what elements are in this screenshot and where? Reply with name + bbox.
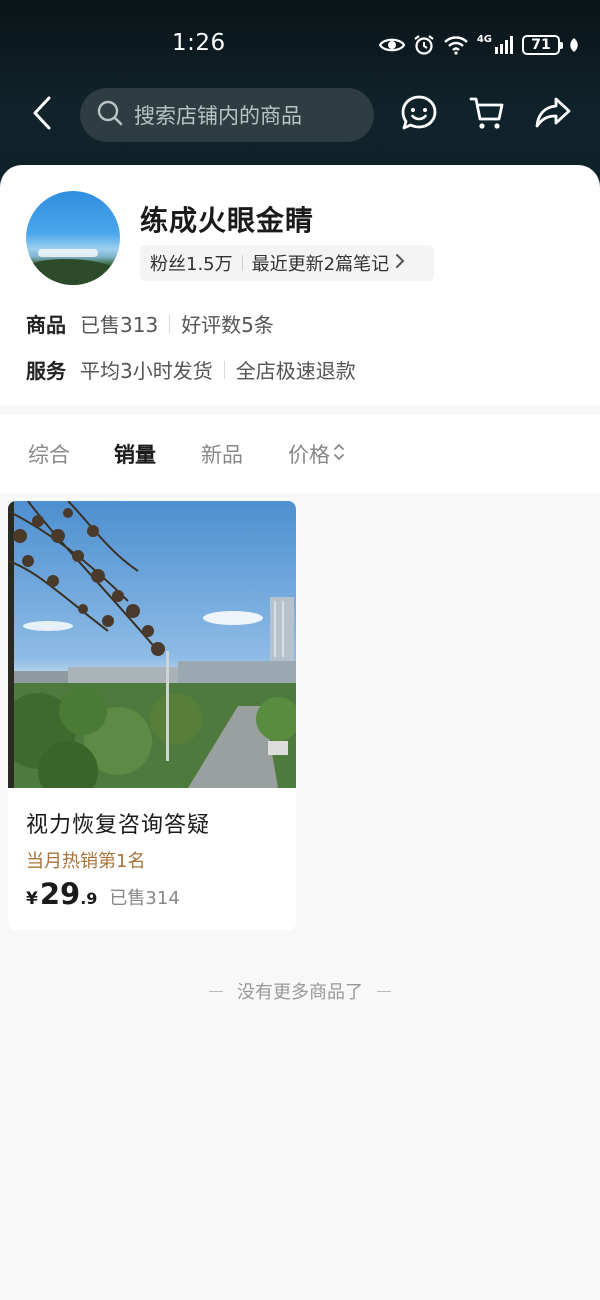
tab-label: 销量 (114, 443, 156, 467)
shipping-time: 平均3小时发货 (80, 359, 213, 383)
search-placeholder: 搜索店铺内的商品 (134, 104, 302, 128)
product-title: 视力恢复咨询答疑 (26, 813, 211, 838)
product-rank-badge: 当月热销第1名 (26, 851, 146, 872)
sort-updown-icon (333, 441, 345, 468)
review-count: 好评数5条 (181, 313, 274, 337)
price-row: ¥ 29 .9 已售314 (26, 877, 180, 911)
network-label: 4G (476, 33, 492, 45)
battery-indicator: 71 (522, 35, 563, 55)
search-input[interactable]: 搜索店铺内的商品 (80, 88, 374, 142)
price-currency: ¥ (26, 889, 38, 909)
refund-policy: 全店极速退款 (235, 359, 356, 383)
end-text: 没有更多商品了 (237, 982, 363, 1003)
shop-meta-link[interactable]: 粉丝1.5万 最近更新2篇笔记 (140, 245, 434, 281)
product-image (8, 501, 296, 788)
divider (241, 255, 243, 271)
divider (223, 360, 225, 379)
tab-price[interactable]: 价格 (288, 439, 345, 469)
status-time: 1:26 (172, 30, 226, 56)
back-button[interactable] (22, 94, 62, 136)
leaf-icon (568, 37, 580, 53)
message-icon (400, 94, 438, 136)
tab-new[interactable]: 新品 (201, 439, 243, 469)
notes-update: 最近更新2篇笔记 (251, 254, 390, 275)
signal-icon (494, 36, 514, 54)
fans-count: 粉丝1.5万 (150, 254, 233, 275)
service-label: 服务 (26, 359, 66, 383)
price-integer: 29 (39, 877, 81, 911)
message-button[interactable] (396, 92, 442, 138)
chevron-right-icon (395, 253, 405, 274)
cart-button[interactable] (464, 92, 510, 138)
status-icons: 4G 71 (378, 32, 580, 58)
wifi-icon (443, 35, 469, 55)
status-bar: 1:26 4G 71 (0, 0, 600, 80)
tab-sales[interactable]: 销量 (114, 439, 156, 469)
sold-count: 已售313 (80, 313, 159, 337)
price-decimal: .9 (80, 889, 98, 908)
cart-icon (468, 94, 506, 136)
alarm-icon (413, 34, 435, 56)
tab-label: 综合 (28, 443, 70, 467)
tab-label: 价格 (288, 443, 330, 467)
shop-name: 练成火眼金睛 (140, 204, 315, 237)
back-icon (32, 96, 52, 134)
nav-bar: 搜索店铺内的商品 (0, 86, 600, 144)
shop-info-card: 练成火眼金睛 粉丝1.5万 最近更新2篇笔记 商品 已售313 好评数5条 服务… (0, 165, 600, 405)
shop-avatar[interactable] (26, 191, 120, 285)
service-row: 服务 平均3小时发货 全店极速退款 (26, 355, 356, 384)
share-button[interactable] (530, 92, 576, 138)
eye-icon (378, 36, 405, 54)
tab-comprehensive[interactable]: 综合 (28, 439, 70, 469)
product-card[interactable]: 视力恢复咨询答疑 当月热销第1名 ¥ 29 .9 已售314 (8, 501, 296, 930)
product-sold-count: 已售314 (109, 888, 180, 909)
end-of-list-note: 没有更多商品了 (0, 978, 600, 1004)
tab-label: 新品 (201, 443, 243, 467)
goods-stats-row: 商品 已售313 好评数5条 (26, 309, 274, 338)
sort-tabs: 综合 销量 新品 价格 (0, 415, 600, 493)
goods-label: 商品 (26, 313, 66, 337)
search-icon (96, 99, 124, 131)
share-icon (534, 94, 572, 136)
divider (169, 314, 171, 333)
